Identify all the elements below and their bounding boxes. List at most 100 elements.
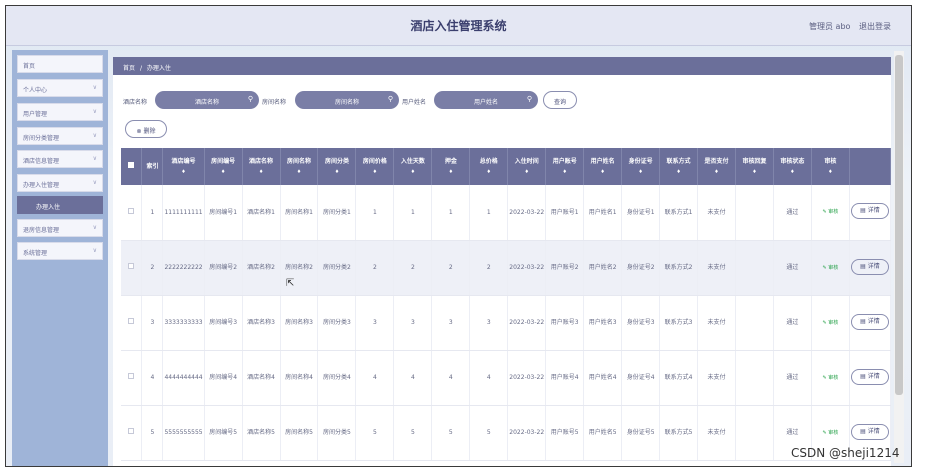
sort-icon[interactable]: ♦ [509,167,544,178]
column-header[interactable]: 联系方式 ♦ [659,148,699,185]
row-select-cell[interactable] [121,295,143,351]
cell-value: 2 [373,264,377,271]
sidebar-item-8[interactable]: 系统管理 ∨ [17,242,103,260]
table-cell[interactable]: ✎ 审核 [811,185,850,241]
table-row[interactable]: 4 4444444444 房间编号4 酒店名称4 房间名称4 房间分类4 4 4 4 4 2022-… [121,350,892,406]
column-header[interactable]: 用户账号 ♦ [545,148,585,185]
sidebar-item-4[interactable]: 酒店信息管理 ∨ [17,150,103,168]
column-header[interactable]: 入住时间 ♦ [507,148,547,185]
column-header[interactable]: 房间价格 ♦ [355,148,395,185]
delete-button[interactable]: ⊗ 删除 [125,120,167,138]
cell-value: 酒店名称4 [247,374,275,381]
main-panel: 首页 / 办理入住 酒店名称 酒店名称 ⚲ 房间名称 房间名称 ⚲ 用户姓名 用… [113,57,892,466]
column-header[interactable]: 酒店名称 ♦ [242,148,281,185]
sidebar-item-1[interactable]: 个人中心 ∨ [17,79,103,97]
sidebar-item-6[interactable]: 办理入住 [17,196,103,214]
logout-link[interactable]: 退出登录 [859,21,891,32]
sidebar-item-label: 系统管理 [23,250,48,257]
row-checkbox[interactable] [128,263,135,269]
sidebar-item-0[interactable]: 首页 [17,55,103,73]
sort-icon[interactable]: ♦ [433,167,468,178]
room-name-input[interactable]: 房间名称 ⚲ [295,91,399,109]
audit-link[interactable]: 审核 [828,375,838,381]
audit-link[interactable]: 审核 [828,209,838,215]
sort-icon[interactable]: ♦ [395,167,430,178]
column-header[interactable]: 审核状态 ♦ [773,148,812,185]
table-cell: 2 [469,240,509,296]
vertical-scrollbar[interactable] [894,51,904,463]
sort-icon[interactable]: ♦ [547,167,582,178]
audit-link[interactable]: 审核 [828,320,838,326]
audit-link[interactable]: 审核 [828,430,838,436]
table-row[interactable]: 2 2222222222 房间编号2 酒店名称2 房间名称2 房间分类2 2 2 2 2 2022-… [121,240,892,296]
user-name-input[interactable]: 用户姓名 ⚲ [434,91,538,109]
sort-icon[interactable]: ♦ [623,167,658,178]
row-select-cell[interactable] [121,185,143,241]
table-cell: 身份证号1 [621,185,661,241]
sort-icon[interactable]: ♦ [471,167,506,178]
scrollbar-thumb[interactable] [895,55,903,395]
sort-icon[interactable]: ♦ [244,167,279,178]
sort-icon[interactable]: ♦ [206,167,241,178]
breadcrumb-home[interactable]: 首页 [123,65,135,72]
table-cell: 1 [141,185,164,241]
cell-value: 酒店名称2 [247,264,275,271]
sort-icon[interactable]: ♦ [357,167,392,178]
row-select-cell[interactable] [121,240,143,296]
sort-icon[interactable]: ♦ [282,167,317,178]
table-row[interactable]: 5 5555555555 房间编号5 酒店名称5 房间名称5 房间分类5 5 5 5 5 2022-… [121,405,892,461]
detail-button[interactable]: ▤ 详情 [850,313,889,330]
table-cell[interactable]: ✎ 审核 [811,350,850,406]
row-select-cell[interactable] [121,350,143,406]
query-button[interactable]: 查询 [543,91,577,109]
table-row[interactable]: 3 3333333333 房间编号3 酒店名称3 房间名称3 房间分类3 3 3 3 3 2022-… [121,295,892,351]
table-cell: 2022-03-22 [507,405,547,461]
sort-icon[interactable]: ♦ [699,167,734,178]
column-header[interactable]: 押金 ♦ [431,148,471,185]
detail-button[interactable]: ▤ 详情 [850,423,889,440]
table-cell[interactable]: ✎ 审核 [811,295,850,351]
sidebar-item-3[interactable]: 房间分类管理 ∨ [17,127,103,145]
sort-icon[interactable]: ♦ [319,167,354,178]
sidebar-item-2[interactable]: 用户管理 ∨ [17,103,103,121]
column-header[interactable]: 入住天数 ♦ [393,148,433,185]
sidebar-item-5[interactable]: 办理入住管理 ∨ [17,174,103,192]
column-header[interactable]: 是否支付 ♦ [697,148,736,185]
row-checkbox[interactable] [128,207,135,214]
sort-icon[interactable]: ♦ [661,167,696,178]
select-all-header[interactable] [121,148,143,185]
table-cell[interactable]: ✎ 审核 [811,240,850,296]
column-header[interactable]: 审核 ♦ [811,148,850,185]
sidebar-item-7[interactable]: 退房信息管理 ∨ [17,219,103,237]
row-checkbox[interactable] [128,428,135,434]
sort-icon[interactable]: ♦ [813,167,848,178]
hotel-name-input[interactable]: 酒店名称 ⚲ [155,91,259,109]
column-header[interactable]: 总价格 ♦ [469,148,509,185]
column-header-label: 押金 [444,157,457,165]
row-checkbox[interactable] [128,318,135,324]
audit-link[interactable]: 审核 [828,265,838,271]
sort-icon[interactable]: ♦ [164,167,202,178]
sort-icon[interactable]: ♦ [585,167,620,178]
column-header[interactable]: 审核回复 ♦ [735,148,774,185]
table-cell: 酒店名称2 [242,240,281,296]
column-header[interactable]: 索引 [141,148,164,185]
column-header[interactable]: 房间名称 ♦ [280,148,319,185]
sidebar-item-label: 首页 [23,63,36,70]
detail-button[interactable]: ▤ 详情 [850,258,889,275]
column-header[interactable]: 酒店编号 ♦ [162,148,205,185]
detail-button[interactable]: ▤ 详情 [850,203,889,220]
cell-value: 房间名称1 [285,208,313,216]
row-checkbox[interactable] [128,373,135,379]
select-all-checkbox[interactable] [128,162,135,168]
column-header[interactable]: 房间分类 ♦ [317,148,357,185]
column-header[interactable]: 身份证号 ♦ [621,148,661,185]
column-header[interactable]: 房间编号 ♦ [204,148,243,185]
sort-icon[interactable]: ♦ [737,167,772,178]
cell-value: 5 [410,429,415,436]
sort-icon[interactable]: ♦ [775,167,810,178]
row-select-cell[interactable] [121,405,143,461]
table-row[interactable]: 1 1111111111 房间编号1 酒店名称1 房间名称1 房间分类1 1 1 1 1 2022-… [121,185,892,241]
column-header[interactable]: 用户姓名 ♦ [583,148,623,185]
detail-button[interactable]: ▤ 详情 [850,368,889,385]
